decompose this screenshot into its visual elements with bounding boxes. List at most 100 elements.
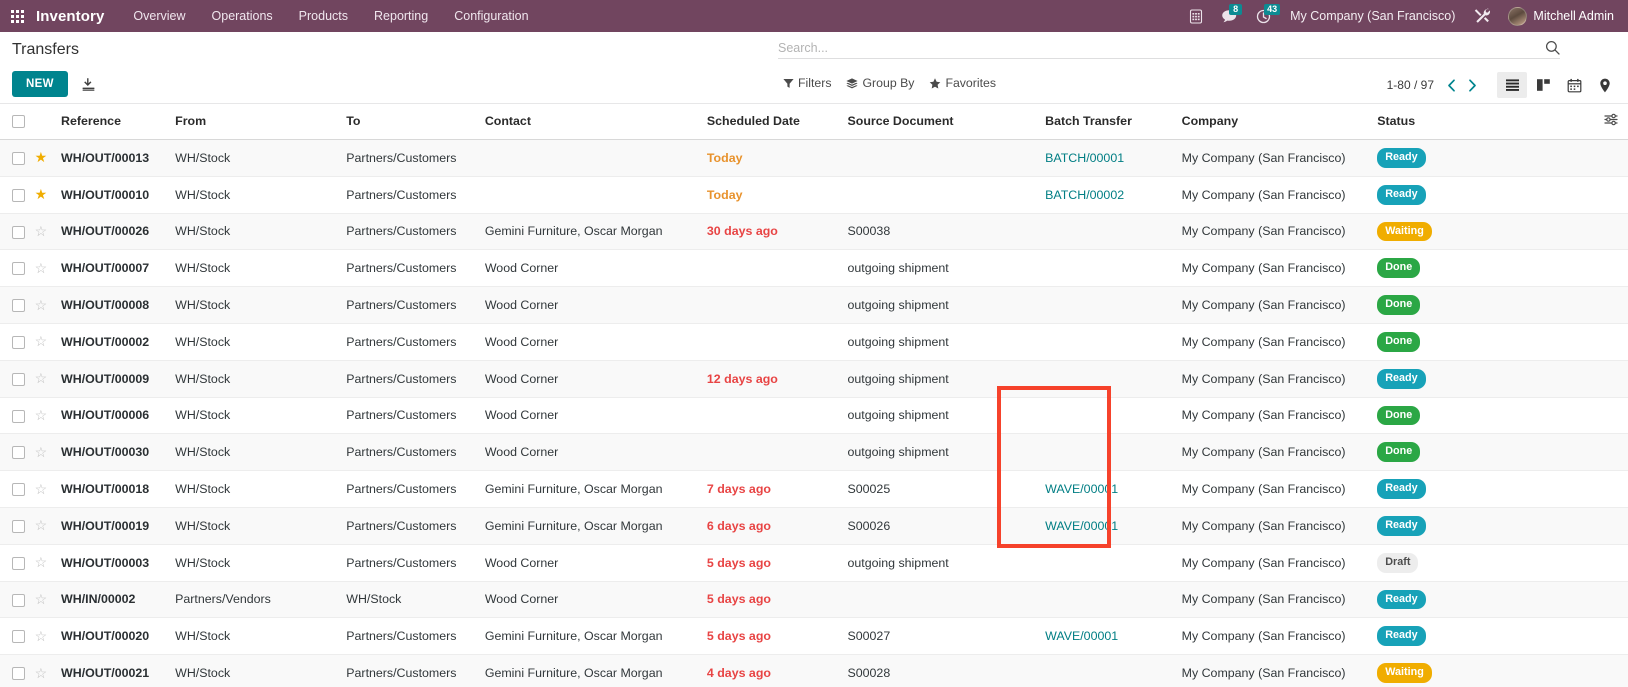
row-checkbox[interactable] [12,372,25,386]
favorites-dropdown[interactable]: Favorites [929,76,996,90]
table-row[interactable]: ☆ WH/OUT/00009 WH/Stock Partners/Customers W… [0,360,1628,398]
row-checkbox[interactable] [12,556,25,570]
star-outline-icon[interactable]: ☆ [35,408,48,422]
apps-grid-icon[interactable] [0,0,34,32]
star-filled-icon[interactable]: ★ [35,187,48,201]
table-row[interactable]: ☆ WH/OUT/00030 WH/Stock Partners/Customers W… [0,433,1628,472]
batch-transfer-link[interactable]: BATCH/00002 [1045,188,1124,202]
cell-from: WH/Stock [171,213,343,251]
column-settings-icon[interactable] [1604,113,1618,129]
cell-status: Ready [1373,507,1588,545]
row-select-cell [0,213,31,251]
row-checkbox[interactable] [12,262,25,276]
column-header-scheduled-date[interactable]: Scheduled Date [702,104,844,140]
table-row[interactable]: ☆ WH/OUT/00003 WH/Stock Partners/Customers W… [0,544,1628,582]
star-outline-icon[interactable]: ☆ [35,518,48,532]
column-header-from[interactable]: From [171,104,343,140]
cell-batch-transfer [1041,249,1178,288]
cell-from: WH/Stock [171,433,343,472]
row-checkbox[interactable] [12,335,25,349]
row-checkbox[interactable] [12,152,25,165]
cell-spacer [1587,617,1628,656]
menu-configuration[interactable]: Configuration [441,0,541,32]
app-brand-inventory[interactable]: Inventory [34,8,120,25]
activities-icon[interactable]: 43 [1247,0,1281,32]
new-button[interactable]: NEW [12,71,68,97]
cell-company: My Company (San Francisco) [1177,286,1374,324]
search-icon[interactable] [1545,40,1560,55]
batch-transfer-link[interactable]: WAVE/00001 [1045,519,1118,533]
table-row[interactable]: ☆ WH/OUT/00018 WH/Stock Partners/Customers G… [0,470,1628,508]
messages-icon[interactable]: 8 [1212,0,1247,32]
tools-wrench-icon[interactable] [1465,0,1500,32]
cell-spacer [1587,544,1628,582]
grid-apps-icon [10,9,24,23]
column-header-status[interactable]: Status [1373,104,1588,140]
star-outline-icon[interactable]: ☆ [35,629,48,643]
row-checkbox[interactable] [12,593,25,607]
star-outline-icon[interactable]: ☆ [35,224,48,238]
row-checkbox[interactable] [12,667,25,681]
download-icon[interactable] [75,73,102,96]
kanban-view-button[interactable] [1528,72,1558,98]
row-checkbox[interactable] [12,299,25,313]
row-checkbox[interactable] [12,188,25,202]
batch-transfer-link[interactable]: WAVE/00001 [1045,629,1118,643]
table-row[interactable]: ★ WH/OUT/00010 WH/Stock Partners/Customers T… [0,176,1628,214]
star-outline-icon[interactable]: ☆ [35,261,48,275]
column-header-reference[interactable]: Reference [57,104,172,140]
table-row[interactable]: ☆ WH/OUT/00002 WH/Stock Partners/Customers W… [0,323,1628,361]
row-checkbox[interactable] [12,519,25,533]
filters-dropdown[interactable]: Filters [783,76,831,90]
table-row[interactable]: ☆ WH/IN/00002 Partners/Vendors WH/Stock Wood… [0,581,1628,619]
column-header-source-document[interactable]: Source Document [843,104,1042,140]
row-checkbox[interactable] [12,409,25,423]
row-checkbox[interactable] [12,483,25,497]
star-outline-icon[interactable]: ☆ [35,445,48,459]
column-header-to[interactable]: To [342,104,481,140]
star-filled-icon[interactable]: ★ [35,150,48,164]
cell-reference: WH/OUT/00002 [57,323,172,361]
column-header-batch-transfer[interactable]: Batch Transfer [1041,104,1178,140]
table-row[interactable]: ☆ WH/OUT/00026 WH/Stock Partners/Customers G… [0,213,1628,251]
batch-transfer-link[interactable]: BATCH/00001 [1045,151,1124,165]
menu-products[interactable]: Products [286,0,361,32]
star-outline-icon[interactable]: ☆ [35,555,48,569]
batch-transfer-link[interactable]: WAVE/00001 [1045,482,1118,496]
reference-value: WH/OUT/00030 [61,445,150,460]
menu-operations[interactable]: Operations [199,0,286,32]
pager-next-button[interactable] [1463,77,1482,94]
map-view-button[interactable] [1590,72,1620,98]
star-outline-icon[interactable]: ☆ [35,298,48,312]
star-outline-icon[interactable]: ☆ [35,592,48,606]
table-row[interactable]: ☆ WH/OUT/00020 WH/Stock Partners/Customers G… [0,617,1628,656]
column-header-company[interactable]: Company [1177,104,1374,140]
search-input[interactable] [778,40,1545,55]
user-menu[interactable]: Mitchell Admin [1500,6,1620,26]
table-row[interactable]: ☆ WH/OUT/00007 WH/Stock Partners/Customers W… [0,249,1628,288]
menu-overview[interactable]: Overview [120,0,198,32]
table-row[interactable]: ☆ WH/OUT/00008 WH/Stock Partners/Customers W… [0,286,1628,324]
star-outline-icon[interactable]: ☆ [35,334,48,348]
cell-company: My Company (San Francisco) [1177,360,1374,398]
company-switcher[interactable]: My Company (San Francisco) [1280,9,1465,23]
group-by-dropdown[interactable]: Group By [846,76,914,90]
star-outline-icon[interactable]: ☆ [35,482,48,496]
row-checkbox[interactable] [12,225,25,239]
calendar-view-button[interactable] [1559,72,1589,98]
table-row[interactable]: ☆ WH/OUT/00021 WH/Stock Partners/Customers G… [0,654,1628,687]
star-outline-icon[interactable]: ☆ [35,666,48,680]
menu-reporting[interactable]: Reporting [361,0,441,32]
row-checkbox[interactable] [12,446,25,460]
list-view-button[interactable] [1497,72,1527,98]
row-checkbox[interactable] [12,630,25,644]
table-row[interactable]: ☆ WH/OUT/00006 WH/Stock Partners/Customers W… [0,397,1628,435]
select-all-checkbox[interactable] [12,115,25,129]
search-view[interactable] [778,40,1560,59]
table-row[interactable]: ☆ WH/OUT/00019 WH/Stock Partners/Customers G… [0,507,1628,545]
pager-previous-button[interactable] [1442,77,1461,94]
table-row[interactable]: ★ WH/OUT/00013 WH/Stock Partners/Customers T… [0,139,1628,177]
column-header-contact[interactable]: Contact [480,104,703,140]
keypad-icon[interactable] [1180,0,1212,32]
star-outline-icon[interactable]: ☆ [35,371,48,385]
